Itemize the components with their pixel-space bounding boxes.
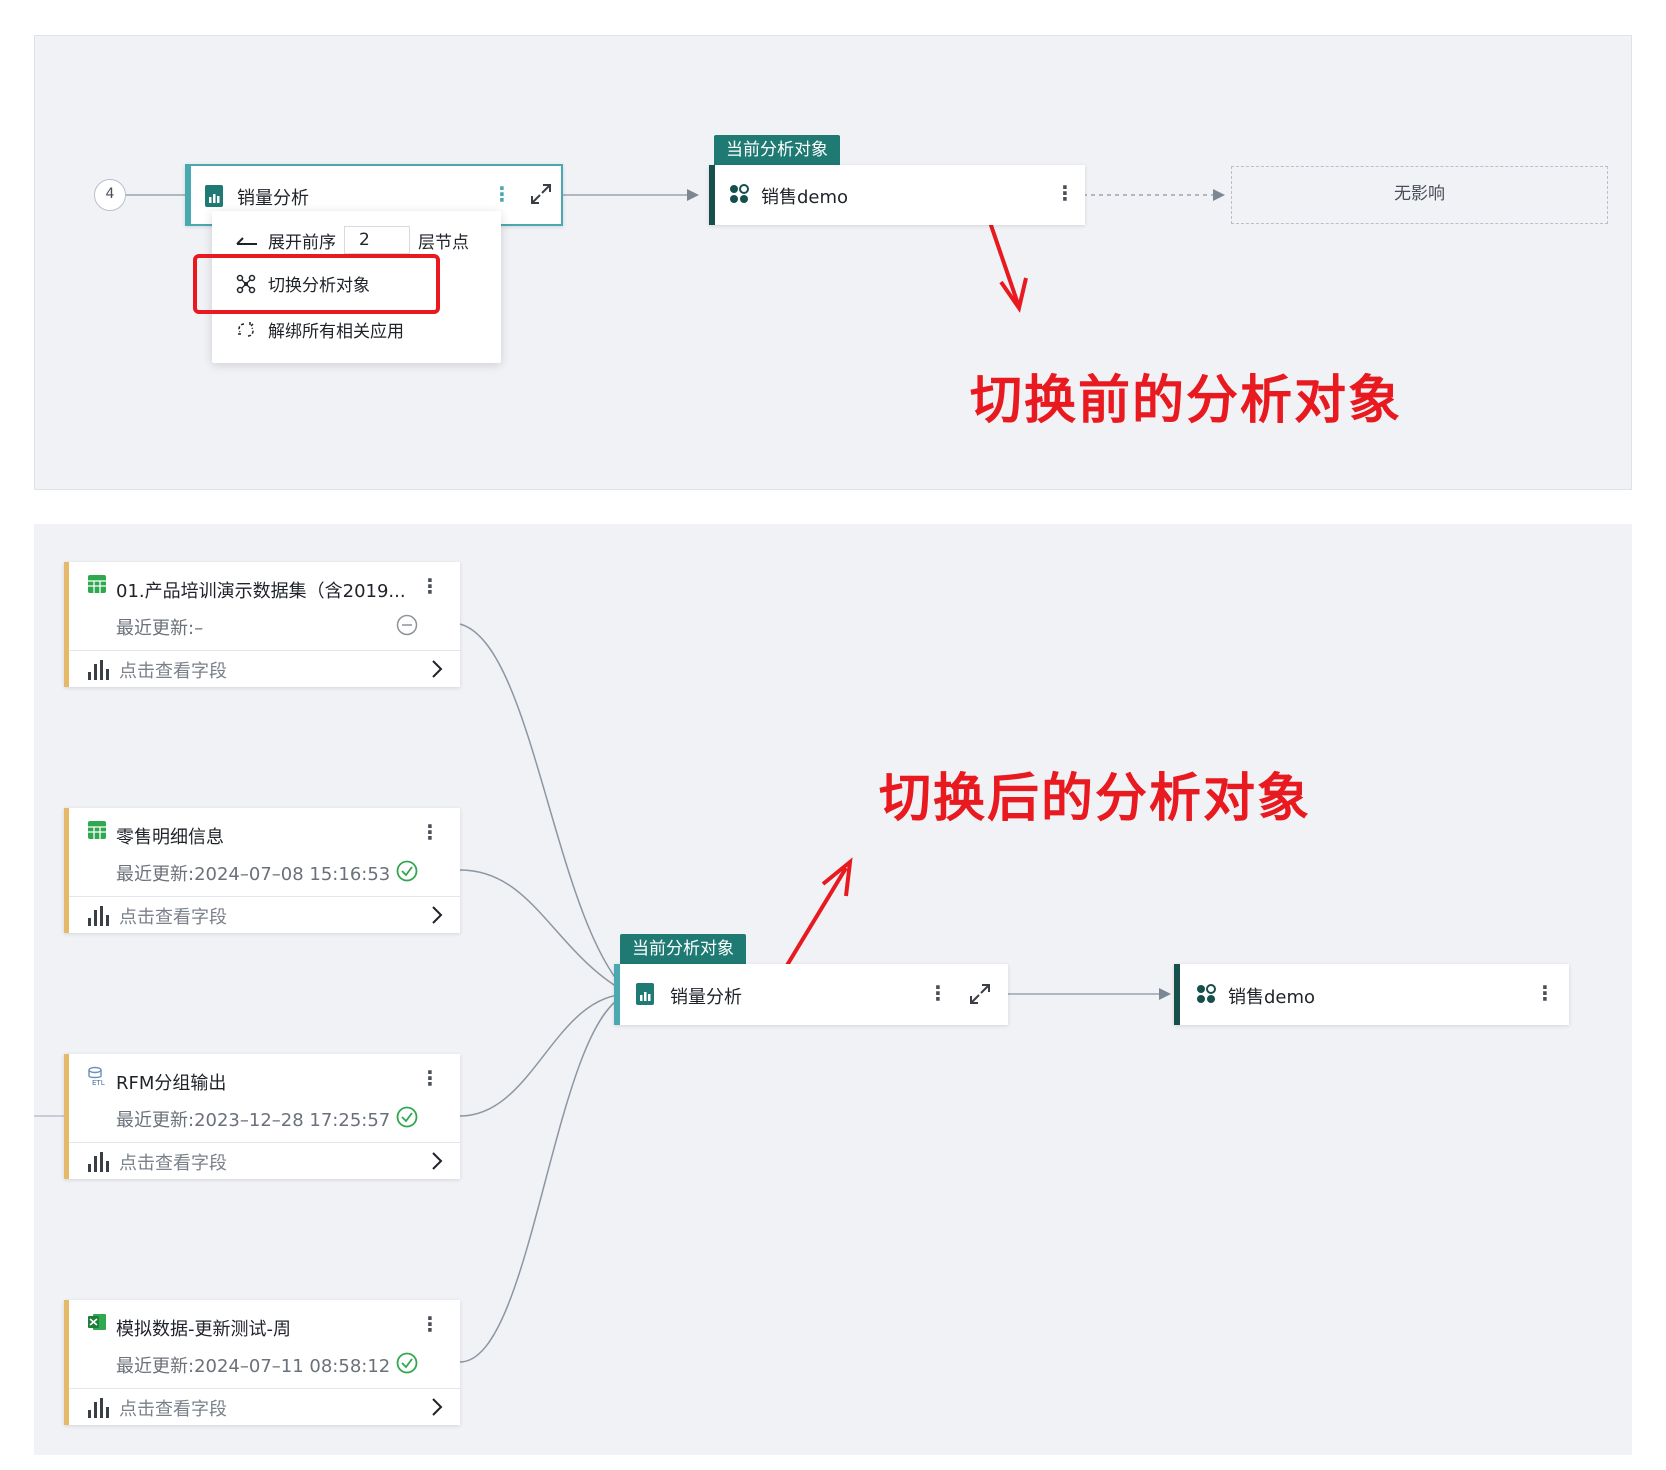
chevron-right-icon[interactable]: [430, 1150, 444, 1172]
etl-icon: ETL: [88, 1066, 105, 1086]
unlink-icon: [238, 321, 254, 337]
node-label: 销售demo: [1228, 987, 1316, 1008]
expand-suffix-label: 层节点: [418, 232, 469, 253]
dataset-card[interactable]: ETL RFM分组输出 ⋮ 最近更新:2023–12–28 17:25:57 点…: [64, 1054, 460, 1179]
more-options-icon[interactable]: ⋮: [492, 184, 512, 204]
target-node-sales-demo[interactable]: 销售demo ⋮: [709, 165, 1085, 225]
expand-upstream-icon: [236, 237, 257, 245]
chevron-right-icon[interactable]: [430, 1396, 444, 1418]
chevron-right-icon[interactable]: [430, 904, 444, 926]
no-impact-node: 无影响: [1231, 166, 1608, 224]
bar-chart-icon: [88, 906, 109, 926]
csv-table-icon: [88, 821, 106, 839]
current-node-sales-analysis[interactable]: 销量分析 ⋮: [614, 964, 1008, 1025]
bar-chart-icon: [88, 1152, 109, 1172]
chart-report-icon: [636, 983, 654, 1005]
svg-text:ETL: ETL: [92, 1079, 105, 1086]
divider: [69, 1388, 460, 1389]
view-fields-link[interactable]: 点击查看字段: [119, 657, 227, 683]
last-updated-text: 最近更新:2024–07–08 15:16:53: [116, 864, 391, 885]
lineage-before-panel: 4 销量分析 ⋮ 展开前序 2 层节点 切换分析对象 解绑所有相关应用 当前分析…: [34, 35, 1632, 490]
more-options-icon[interactable]: ⋮: [420, 1068, 440, 1088]
more-options-icon[interactable]: ⋮: [1535, 983, 1555, 1003]
dataset-title: RFM分组输出: [116, 1073, 227, 1094]
last-updated-text: 最近更新:–: [116, 618, 204, 639]
dataset-card[interactable]: 模拟数据-更新测试-周 ⋮ 最近更新:2024–07–11 08:58:12 点…: [64, 1300, 460, 1425]
more-options-icon[interactable]: ⋮: [420, 1314, 440, 1334]
expand-icon[interactable]: [530, 183, 552, 205]
after-annotation: 切换后的分析对象: [879, 769, 1312, 829]
current-target-tag: 当前分析对象: [714, 135, 840, 165]
highlight-box: [193, 254, 440, 314]
divider: [69, 896, 460, 897]
last-updated-text: 最近更新:2024–07–11 08:58:12: [116, 1356, 391, 1377]
none-icon: [396, 614, 418, 636]
excel-icon: [88, 1314, 106, 1330]
current-target-tag: 当前分析对象: [620, 934, 746, 964]
check-circle-icon: [396, 1106, 418, 1128]
check-circle-icon: [396, 860, 418, 882]
view-fields-link[interactable]: 点击查看字段: [119, 1149, 227, 1175]
node-label: 销量分析: [670, 987, 742, 1008]
bar-chart-icon: [88, 1398, 109, 1418]
expand-icon[interactable]: [969, 983, 991, 1005]
lineage-after-panel: 01.产品培训演示数据集（含2019... ⋮ 最近更新:– 点击查看字段 零售…: [34, 524, 1632, 1455]
dataset-title: 模拟数据-更新测试-周: [116, 1319, 291, 1340]
unbind-label: 解绑所有相关应用: [268, 322, 404, 342]
more-options-icon[interactable]: ⋮: [420, 822, 440, 842]
node-label: 销售demo: [761, 187, 849, 208]
dashboard-app-icon: [730, 184, 749, 203]
view-fields-link[interactable]: 点击查看字段: [119, 903, 227, 929]
last-updated-text: 最近更新:2023–12–28 17:25:57: [116, 1110, 391, 1131]
expand-prefix-label: 展开前序: [268, 232, 336, 253]
dashboard-app-icon: [1197, 984, 1216, 1003]
divider: [69, 1142, 460, 1143]
before-annotation: 切换前的分析对象: [970, 371, 1403, 431]
chevron-right-icon[interactable]: [430, 658, 444, 680]
more-options-icon[interactable]: ⋮: [1055, 183, 1075, 203]
chart-report-icon: [205, 185, 223, 207]
menu-item-unbind-apps[interactable]: 解绑所有相关应用: [236, 317, 404, 342]
expand-depth-input[interactable]: 2: [344, 226, 410, 254]
menu-item-expand-upstream[interactable]: 展开前序 2 层节点: [236, 226, 469, 254]
more-options-icon[interactable]: ⋮: [420, 576, 440, 596]
dataset-card[interactable]: 零售明细信息 ⋮ 最近更新:2024–07–08 15:16:53 点击查看字段: [64, 808, 460, 933]
bar-chart-icon: [88, 660, 109, 680]
dataset-card[interactable]: 01.产品培训演示数据集（含2019... ⋮ 最近更新:– 点击查看字段: [64, 562, 460, 687]
dataset-title: 零售明细信息: [116, 827, 224, 848]
csv-table-icon: [88, 575, 106, 593]
view-fields-link[interactable]: 点击查看字段: [119, 1395, 227, 1421]
check-circle-icon: [396, 1352, 418, 1374]
more-options-icon[interactable]: ⋮: [928, 983, 948, 1003]
divider: [69, 650, 460, 651]
target-node-sales-demo[interactable]: 销售demo ⋮: [1174, 964, 1569, 1025]
expand-level-badge[interactable]: 4: [94, 179, 126, 211]
dataset-title: 01.产品培训演示数据集（含2019...: [116, 581, 406, 602]
node-label: 销量分析: [237, 188, 309, 209]
